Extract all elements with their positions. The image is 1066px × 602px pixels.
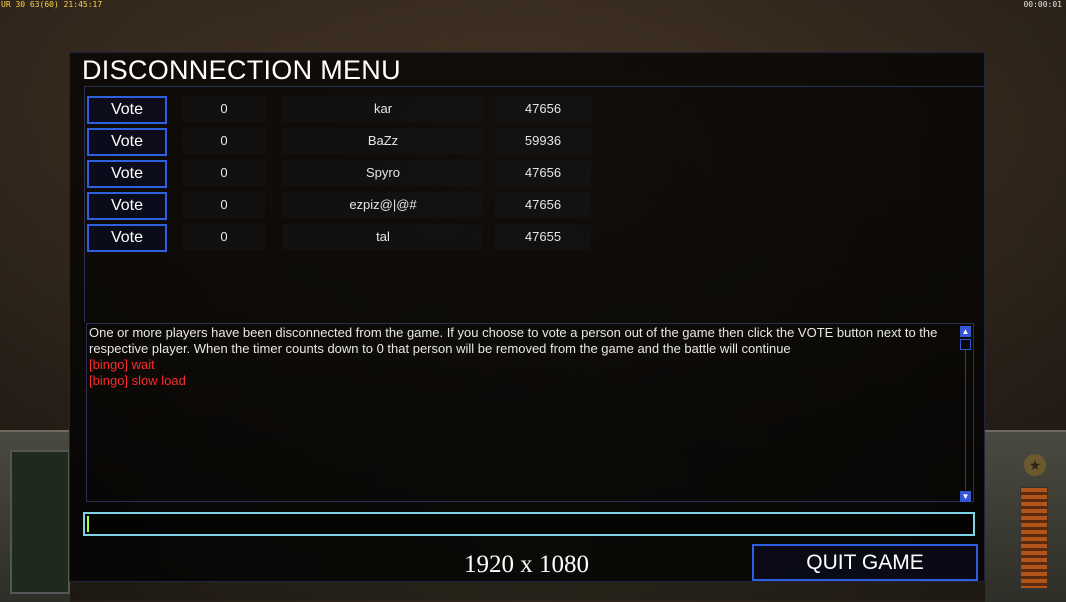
quit-game-button[interactable]: QUIT GAME	[752, 544, 978, 581]
game-timer: 00:00:01	[1023, 0, 1062, 9]
player-row: Vote 0 tal 47655	[87, 224, 607, 252]
vote-button[interactable]: Vote	[87, 224, 167, 252]
player-name: kar	[283, 96, 483, 122]
vote-count: 0	[183, 160, 265, 186]
player-id: 59936	[495, 128, 591, 154]
player-id: 47655	[495, 224, 591, 250]
power-meter	[1020, 487, 1048, 589]
vote-button[interactable]: Vote	[87, 96, 167, 124]
chat-message: [bingo] slow load	[89, 373, 186, 388]
hud-left-screen	[10, 450, 70, 594]
panel-title: DISCONNECTION MENU	[82, 55, 401, 85]
player-id: 47656	[495, 192, 591, 218]
scroll-down-arrow-icon[interactable]: ▼	[960, 491, 971, 502]
message-text: One or more players have been disconnect…	[89, 325, 961, 389]
text-caret	[87, 516, 89, 532]
resolution-label: 1920 x 1080	[464, 551, 589, 578]
player-list: Vote 0 kar 47656 Vote 0 BaZz 59936 Vote …	[84, 87, 987, 322]
player-name: tal	[283, 224, 483, 250]
vote-count: 0	[183, 96, 265, 122]
vote-button[interactable]: Vote	[87, 192, 167, 220]
message-log: One or more players have been disconnect…	[86, 323, 974, 502]
player-id: 47656	[495, 160, 591, 186]
rank-star-icon: ★	[1024, 454, 1046, 476]
vote-count: 0	[183, 192, 265, 218]
vote-button[interactable]: Vote	[87, 128, 167, 156]
chat-input[interactable]	[83, 512, 975, 536]
player-row: Vote 0 ezpiz@|@# 47656	[87, 192, 607, 220]
chat-message: [bingo] wait	[89, 357, 155, 372]
player-name: Spyro	[283, 160, 483, 186]
message-scrollbar[interactable]: ▲ ▼	[960, 326, 973, 502]
disconnection-panel: DISCONNECTION MENU Vote 0 kar 47656 Vote…	[69, 52, 987, 582]
vote-button[interactable]: Vote	[87, 160, 167, 188]
hud-left-panel	[0, 430, 70, 602]
scroll-track[interactable]	[965, 350, 966, 490]
vote-count: 0	[183, 128, 265, 154]
hud-right-panel: ★	[985, 430, 1066, 602]
fps-stats: UR 30 63(60) 21:45:17	[1, 0, 103, 9]
player-id: 47656	[495, 96, 591, 122]
player-row: Vote 0 kar 47656	[87, 96, 607, 124]
player-row: Vote 0 Spyro 47656	[87, 160, 607, 188]
info-message: One or more players have been disconnect…	[89, 325, 938, 356]
player-row: Vote 0 BaZz 59936	[87, 128, 607, 156]
vote-count: 0	[183, 224, 265, 250]
player-name: BaZz	[283, 128, 483, 154]
player-name: ezpiz@|@#	[283, 192, 483, 218]
scroll-up-arrow-icon[interactable]: ▲	[960, 326, 971, 337]
scroll-thumb[interactable]	[960, 339, 971, 350]
